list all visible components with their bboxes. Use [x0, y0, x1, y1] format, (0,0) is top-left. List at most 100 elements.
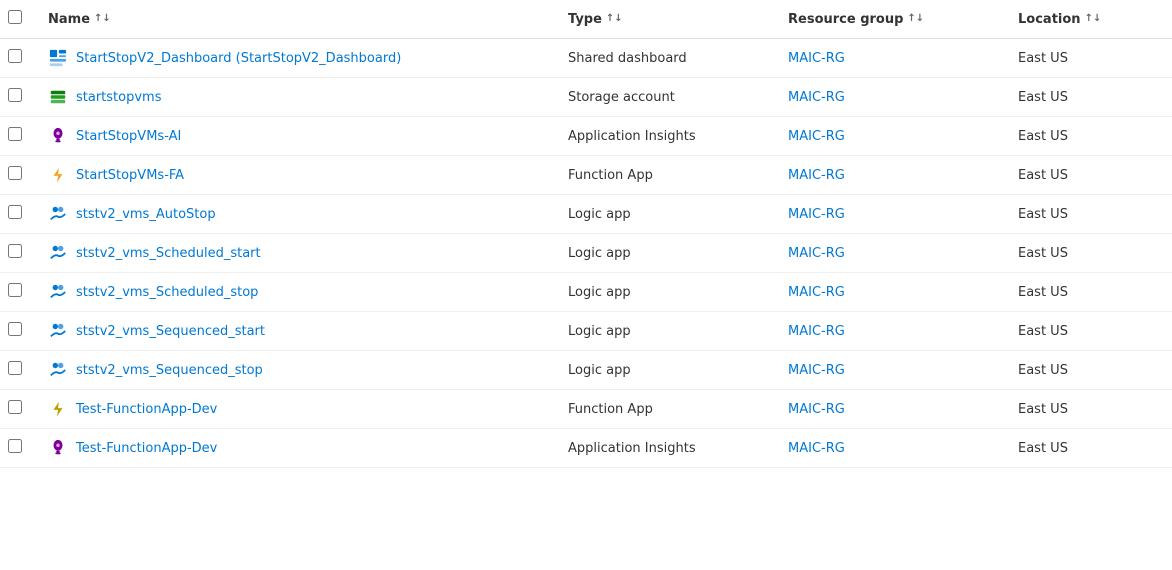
cell-location: East US [1006, 195, 1172, 234]
resource-group-link[interactable]: MAIC-RG [788, 285, 845, 300]
cell-name: StartStopVMs-FA [36, 156, 556, 195]
row-checkbox[interactable] [8, 244, 22, 258]
logic-icon [48, 321, 68, 341]
logic-icon [48, 282, 68, 302]
table-row: ststv2_vms_Sequenced_stop Logic app MAIC… [0, 351, 1172, 390]
table-row: ststv2_vms_Scheduled_start Logic app MAI… [0, 234, 1172, 273]
row-checkbox[interactable] [8, 322, 22, 336]
cell-resource-group: MAIC-RG [776, 117, 1006, 156]
resource-group-link[interactable]: MAIC-RG [788, 324, 845, 339]
resource-group-link[interactable]: MAIC-RG [788, 129, 845, 144]
resource-name-link[interactable]: Test-FunctionApp-Dev [76, 441, 217, 456]
cell-type: Function App [556, 156, 776, 195]
row-checkbox-cell [0, 78, 36, 117]
resource-group-link[interactable]: MAIC-RG [788, 168, 845, 183]
cell-type: Storage account [556, 78, 776, 117]
cell-name: Test-FunctionApp-Dev [36, 390, 556, 429]
rg-sort-icon[interactable]: ↑↓ [907, 14, 924, 24]
function-dev-icon [48, 399, 68, 419]
table-row: ststv2_vms_Sequenced_start Logic app MAI… [0, 312, 1172, 351]
row-checkbox-cell [0, 39, 36, 78]
cell-name: ststv2_vms_Scheduled_start [36, 234, 556, 273]
cell-type: Logic app [556, 195, 776, 234]
cell-resource-group: MAIC-RG [776, 273, 1006, 312]
resource-group-link[interactable]: MAIC-RG [788, 51, 845, 66]
cell-resource-group: MAIC-RG [776, 312, 1006, 351]
row-checkbox-cell [0, 312, 36, 351]
cell-resource-group: MAIC-RG [776, 390, 1006, 429]
select-all-checkbox[interactable] [8, 10, 22, 24]
cell-location: East US [1006, 390, 1172, 429]
cell-name: startstopvms [36, 78, 556, 117]
row-checkbox[interactable] [8, 127, 22, 141]
table-row: startstopvms Storage account MAIC-RG Eas… [0, 78, 1172, 117]
location-header-label: Location [1018, 12, 1081, 27]
column-header-type: Type ↑↓ [556, 0, 776, 39]
resource-name-link[interactable]: ststv2_vms_Sequenced_stop [76, 363, 263, 378]
storage-icon [48, 87, 68, 107]
type-sort-icon[interactable]: ↑↓ [606, 14, 623, 24]
cell-type: Logic app [556, 351, 776, 390]
resource-group-link[interactable]: MAIC-RG [788, 402, 845, 417]
location-sort-icon[interactable]: ↑↓ [1085, 14, 1102, 24]
row-checkbox[interactable] [8, 439, 22, 453]
name-sort-icon[interactable]: ↑↓ [94, 14, 111, 24]
resource-name-link[interactable]: ststv2_vms_AutoStop [76, 207, 216, 222]
row-checkbox[interactable] [8, 166, 22, 180]
resource-name-link[interactable]: Test-FunctionApp-Dev [76, 402, 217, 417]
resource-group-link[interactable]: MAIC-RG [788, 207, 845, 222]
column-header-name: Name ↑↓ [36, 0, 556, 39]
resource-table-container: Name ↑↓ Type ↑↓ Resource group ↑↓ [0, 0, 1172, 570]
table-row: ststv2_vms_Scheduled_stop Logic app MAIC… [0, 273, 1172, 312]
cell-name: ststv2_vms_AutoStop [36, 195, 556, 234]
cell-location: East US [1006, 312, 1172, 351]
resource-name-link[interactable]: ststv2_vms_Scheduled_stop [76, 285, 258, 300]
cell-location: East US [1006, 429, 1172, 468]
resource-name-link[interactable]: ststv2_vms_Scheduled_start [76, 246, 261, 261]
resource-name-link[interactable]: startstopvms [76, 90, 161, 105]
row-checkbox-cell [0, 195, 36, 234]
cell-resource-group: MAIC-RG [776, 156, 1006, 195]
row-checkbox[interactable] [8, 205, 22, 219]
rg-header-label: Resource group [788, 12, 903, 27]
row-checkbox-cell [0, 273, 36, 312]
row-checkbox[interactable] [8, 88, 22, 102]
resource-group-link[interactable]: MAIC-RG [788, 363, 845, 378]
column-header-location: Location ↑↓ [1006, 0, 1172, 39]
row-checkbox[interactable] [8, 361, 22, 375]
resource-group-link[interactable]: MAIC-RG [788, 441, 845, 456]
cell-location: East US [1006, 39, 1172, 78]
resource-group-link[interactable]: MAIC-RG [788, 90, 845, 105]
row-checkbox-cell [0, 351, 36, 390]
table-header-row: Name ↑↓ Type ↑↓ Resource group ↑↓ [0, 0, 1172, 39]
cell-name: ststv2_vms_Sequenced_stop [36, 351, 556, 390]
cell-type: Application Insights [556, 117, 776, 156]
row-checkbox[interactable] [8, 400, 22, 414]
select-all-checkbox-cell [0, 0, 36, 39]
row-checkbox[interactable] [8, 283, 22, 297]
column-header-resource-group: Resource group ↑↓ [776, 0, 1006, 39]
row-checkbox-cell [0, 117, 36, 156]
cell-location: East US [1006, 117, 1172, 156]
logic-icon [48, 243, 68, 263]
cell-name: ststv2_vms_Sequenced_start [36, 312, 556, 351]
name-header-label: Name [48, 12, 90, 27]
insights-icon [48, 438, 68, 458]
cell-name: StartStopV2_Dashboard (StartStopV2_Dashb… [36, 39, 556, 78]
table-row: Test-FunctionApp-Dev Function App MAIC-R… [0, 390, 1172, 429]
cell-resource-group: MAIC-RG [776, 195, 1006, 234]
resource-group-link[interactable]: MAIC-RG [788, 246, 845, 261]
resource-name-link[interactable]: StartStopVMs-FA [76, 168, 184, 183]
resource-name-link[interactable]: StartStopVMs-AI [76, 129, 181, 144]
cell-resource-group: MAIC-RG [776, 234, 1006, 273]
row-checkbox[interactable] [8, 49, 22, 63]
cell-name: Test-FunctionApp-Dev [36, 429, 556, 468]
resource-name-link[interactable]: ststv2_vms_Sequenced_start [76, 324, 265, 339]
row-checkbox-cell [0, 390, 36, 429]
cell-type: Logic app [556, 312, 776, 351]
resource-name-link[interactable]: StartStopV2_Dashboard (StartStopV2_Dashb… [76, 51, 401, 66]
cell-resource-group: MAIC-RG [776, 78, 1006, 117]
resource-table: Name ↑↓ Type ↑↓ Resource group ↑↓ [0, 0, 1172, 468]
cell-type: Logic app [556, 234, 776, 273]
logic-icon [48, 360, 68, 380]
